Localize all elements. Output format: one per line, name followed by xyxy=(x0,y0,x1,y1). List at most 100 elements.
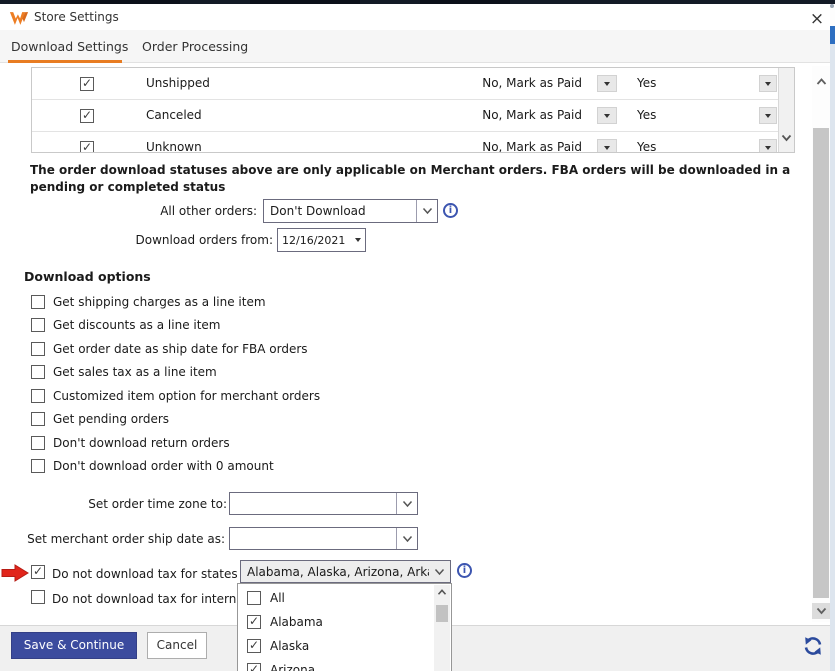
option-checkbox[interactable] xyxy=(31,459,45,473)
scroll-down-button[interactable] xyxy=(812,603,830,619)
all-other-orders-label: All other orders: xyxy=(40,204,257,218)
option-label: Don't download order with 0 amount xyxy=(53,459,274,473)
tax-international-checkbox[interactable] xyxy=(31,590,45,604)
time-zone-select[interactable] xyxy=(229,492,418,515)
tab-order-processing[interactable]: Order Processing xyxy=(142,30,248,63)
chevron-down-icon xyxy=(402,500,413,508)
option-checkbox[interactable] xyxy=(31,436,45,450)
caret-down-icon xyxy=(604,82,610,86)
download-dropdown[interactable] xyxy=(759,139,777,153)
annotation-arrow-icon xyxy=(1,563,29,583)
download-dropdown[interactable] xyxy=(759,75,777,92)
option-row: Get sales tax as a line item xyxy=(31,361,320,385)
option-checkbox[interactable] xyxy=(31,318,45,332)
all-other-orders-select[interactable]: Don't Download xyxy=(263,199,438,223)
option-checkbox[interactable] xyxy=(31,342,45,356)
tax-states-checkbox[interactable] xyxy=(31,565,45,579)
merchant-orders-notice: The order download statuses above are on… xyxy=(30,162,826,196)
refresh-icon[interactable] xyxy=(802,636,824,656)
state-option[interactable]: Arizona xyxy=(238,658,434,671)
option-label: Get order date as ship date for FBA orde… xyxy=(53,342,308,356)
state-option[interactable]: Alabama xyxy=(238,610,434,634)
panel-scrollbar-thumb[interactable] xyxy=(436,605,448,622)
status-label: Unshipped xyxy=(146,76,210,90)
background-page-icon xyxy=(830,4,834,8)
chevron-up-icon xyxy=(816,78,827,86)
background-page-edge xyxy=(830,4,835,671)
download-value: Yes xyxy=(637,108,656,122)
states-dropdown-panel: All Alabama Alaska Arizona xyxy=(237,583,452,671)
option-label: Get sales tax as a line item xyxy=(53,365,217,379)
state-checkbox[interactable] xyxy=(247,591,261,605)
tax-states-multiselect[interactable]: Alabama, Alaska, Arizona, Arkan xyxy=(240,560,451,583)
option-row: Customized item option for merchant orde… xyxy=(31,384,320,408)
table-row: Unknown No, Mark as Paid Yes xyxy=(32,132,794,153)
status-label: Unknown xyxy=(146,140,202,153)
option-label: Get shipping charges as a line item xyxy=(53,295,266,309)
state-checkbox[interactable] xyxy=(247,639,261,653)
dialog-title: Store Settings xyxy=(34,10,119,24)
date-value: 12/16/2021 xyxy=(282,234,345,247)
option-checkbox[interactable] xyxy=(31,365,45,379)
caret-down-icon xyxy=(765,82,771,86)
table-row: Canceled No, Mark as Paid Yes xyxy=(32,100,794,132)
background-page-accent xyxy=(830,26,835,44)
all-other-orders-value: Don't Download xyxy=(264,204,416,218)
ship-date-select[interactable] xyxy=(229,527,418,550)
option-label: Don't download return orders xyxy=(53,436,230,450)
state-option-all[interactable]: All xyxy=(238,586,434,610)
status-checkbox[interactable] xyxy=(80,109,94,123)
payment-action-dropdown[interactable] xyxy=(597,75,617,92)
option-checkbox[interactable] xyxy=(31,412,45,426)
payment-action-value: No, Mark as Paid xyxy=(462,108,582,122)
time-zone-label: Set order time zone to: xyxy=(19,497,227,511)
option-row: Don't download order with 0 amount xyxy=(31,455,320,479)
status-checkbox[interactable] xyxy=(80,77,94,91)
webgility-logo-icon xyxy=(9,10,29,27)
caret-down-icon xyxy=(355,238,361,242)
status-label: Canceled xyxy=(146,108,202,122)
caret-down-icon xyxy=(604,114,610,118)
tax-states-label: Do not download tax for states : xyxy=(52,567,246,581)
tab-bar: Download Settings Order Processing xyxy=(0,30,830,63)
caret-down-icon xyxy=(765,114,771,118)
option-label: Get pending orders xyxy=(53,412,169,426)
option-label: Customized item option for merchant orde… xyxy=(53,389,320,403)
download-dropdown[interactable] xyxy=(759,107,777,124)
payment-action-dropdown[interactable] xyxy=(597,139,617,153)
info-icon[interactable]: i xyxy=(457,563,472,578)
info-icon[interactable]: i xyxy=(443,203,458,218)
payment-action-value: No, Mark as Paid xyxy=(462,140,582,153)
table-row: Unshipped No, Mark as Paid Yes xyxy=(32,68,794,100)
download-options-list: Get shipping charges as a line item Get … xyxy=(31,290,320,478)
tax-states-value: Alabama, Alaska, Arizona, Arkan xyxy=(241,565,429,579)
state-checkbox[interactable] xyxy=(247,615,261,629)
store-settings-dialog: Store Settings × Download Settings Order… xyxy=(0,0,835,671)
download-orders-from-datepicker[interactable]: 12/16/2021 xyxy=(277,228,366,252)
scroll-up-button[interactable] xyxy=(812,74,830,90)
save-continue-button[interactable]: Save & Continue xyxy=(11,632,137,659)
payment-action-dropdown[interactable] xyxy=(597,107,617,124)
tab-download-settings[interactable]: Download Settings xyxy=(11,30,128,63)
scrollbar-thumb[interactable] xyxy=(813,128,829,598)
chevron-down-icon xyxy=(816,607,827,615)
dialog-titlebar: Store Settings × xyxy=(0,4,830,30)
close-icon[interactable]: × xyxy=(806,8,828,30)
option-checkbox[interactable] xyxy=(31,389,45,403)
dialog-scrollbar[interactable] xyxy=(812,66,830,622)
ship-date-label: Set merchant order ship date as: xyxy=(19,532,225,546)
option-row: Get shipping charges as a line item xyxy=(31,290,320,314)
option-checkbox[interactable] xyxy=(31,295,45,309)
status-checkbox[interactable] xyxy=(80,141,94,153)
option-row: Get order date as ship date for FBA orde… xyxy=(31,337,320,361)
state-option[interactable]: Alaska xyxy=(238,634,434,658)
state-checkbox[interactable] xyxy=(247,663,261,671)
chevron-down-icon xyxy=(781,134,792,142)
download-value: Yes xyxy=(637,140,656,153)
cancel-button[interactable]: Cancel xyxy=(147,632,207,659)
caret-down-icon xyxy=(765,146,771,150)
table-scrollbar[interactable] xyxy=(779,68,794,152)
download-options-heading: Download options xyxy=(24,269,151,284)
tax-international-label: Do not download tax for internatio xyxy=(52,592,240,606)
panel-scrollbar[interactable] xyxy=(434,585,450,671)
